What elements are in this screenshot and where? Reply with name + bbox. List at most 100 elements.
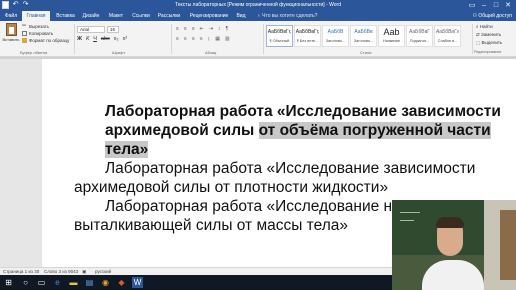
edge-icon[interactable]: e xyxy=(52,277,63,288)
style-sample: АаБбВв xyxy=(354,29,373,35)
paste-label: Вставить xyxy=(2,37,20,42)
borders-button[interactable]: ▥ xyxy=(225,36,230,42)
subscript-button[interactable]: x₂ xyxy=(114,36,119,42)
style-name: Заголово... xyxy=(353,39,374,43)
style-name: Название xyxy=(383,39,400,43)
webcam-overlay xyxy=(392,200,516,290)
find-label: Найти xyxy=(479,24,493,29)
strikethrough-button[interactable]: abc xyxy=(101,36,110,42)
shading-button[interactable]: ▦ xyxy=(215,36,220,42)
style-sample: АаБбВвГг, xyxy=(295,29,320,35)
superscript-button[interactable]: x² xyxy=(123,36,128,42)
style-normal[interactable]: АаБбВвГг, ¶ Обычный xyxy=(266,25,293,47)
style-name: Заголово... xyxy=(325,39,346,43)
replace-button[interactable]: ⇄ Заменить xyxy=(476,32,501,38)
find-button[interactable]: ⌕ Найти xyxy=(476,24,493,30)
replace-label: Заменить xyxy=(481,32,502,37)
tell-me-search[interactable]: ♀ Что вы хотите сделать? xyxy=(257,12,317,20)
clipboard-group-label: Буфер обмена xyxy=(20,50,48,55)
scissors-icon: ✂ xyxy=(22,23,27,30)
tab-file[interactable]: Файл xyxy=(2,11,20,21)
word-icon[interactable]: W xyxy=(132,277,143,288)
share-button[interactable]: ⚇ Общий доступ xyxy=(473,11,512,21)
align-left-button[interactable]: ≡ xyxy=(176,36,179,42)
font-size-select[interactable]: 16 xyxy=(107,26,119,33)
group-divider xyxy=(74,24,75,54)
styles-group-label: Стили xyxy=(360,50,372,55)
tab-mailings[interactable]: Рассылки xyxy=(155,11,183,21)
style-sample: АаБбВ xyxy=(327,29,344,35)
cut-button[interactable]: ✂ Вырезать xyxy=(22,24,49,30)
line-spacing-button[interactable]: ↨ xyxy=(208,36,211,42)
align-center-button[interactable]: ≡ xyxy=(184,36,187,42)
style-heading-1[interactable]: АаБбВ Заголово... xyxy=(322,25,349,47)
explorer-icon[interactable]: ▬ xyxy=(68,277,79,288)
app-icon[interactable]: ◆ xyxy=(116,277,127,288)
style-name: ¶ Без инте... xyxy=(296,39,319,43)
ribbon: Вставить ✂ Вырезать Копировать Формат по … xyxy=(0,21,516,57)
italic-button[interactable]: К xyxy=(86,36,89,42)
word-count[interactable]: Слово 3 из 9043 xyxy=(44,268,78,275)
bold-button[interactable]: Ж xyxy=(77,36,82,42)
brush-icon xyxy=(22,38,27,44)
style-name: Слабое в... xyxy=(437,39,458,43)
ribbon-tabs: Файл Главная Вставка Дизайн Макет Ссылки… xyxy=(0,11,516,21)
tab-view[interactable]: Вид xyxy=(234,11,248,21)
chrome-icon[interactable]: ◉ xyxy=(100,277,111,288)
sort-button[interactable]: ↕ xyxy=(218,26,221,32)
multilevel-list-button[interactable]: ≡ xyxy=(192,26,195,32)
language-indicator[interactable]: русский xyxy=(95,268,111,275)
minimize-button[interactable]: – xyxy=(478,0,490,11)
page-count[interactable]: Страница 1 из 30 xyxy=(3,268,39,275)
group-divider xyxy=(472,24,473,54)
format-painter-label: Формат по образцу xyxy=(29,38,70,43)
paragraph-row-1: ≡ ≡ ≡ ⇤ ⇥ ↕ ¶ xyxy=(176,26,228,32)
task-view-icon[interactable]: ▭ xyxy=(36,277,47,288)
maximize-button[interactable]: □ xyxy=(490,0,502,11)
show-marks-button[interactable]: ¶ xyxy=(226,26,229,32)
tab-references[interactable]: Ссылки xyxy=(129,11,153,21)
copy-button[interactable]: Копировать xyxy=(22,31,53,37)
increase-indent-button[interactable]: ⇥ xyxy=(209,26,213,32)
style-subtle-emphasis[interactable]: АаБбВвГг Слабое в... xyxy=(434,25,461,47)
chalk-mark xyxy=(400,212,420,213)
select-button[interactable]: ⬚ Выделить xyxy=(476,40,502,46)
tab-home[interactable]: Главная xyxy=(22,11,50,21)
font-group-label: Шрифт xyxy=(112,50,126,55)
proofing-icon[interactable]: ▣ xyxy=(82,268,86,275)
align-right-button[interactable]: ≡ xyxy=(192,36,195,42)
copy-icon xyxy=(22,31,27,37)
search-icon[interactable]: ○ xyxy=(20,277,31,288)
decrease-indent-button[interactable]: ⇤ xyxy=(200,26,204,32)
tab-layout[interactable]: Макет xyxy=(105,11,127,21)
share-label: Общий доступ xyxy=(478,13,512,19)
tab-insert[interactable]: Вставка xyxy=(53,11,78,21)
underline-button[interactable]: Ч xyxy=(93,36,97,42)
cut-label: Вырезать xyxy=(29,24,50,29)
close-button[interactable]: ✕ xyxy=(502,0,514,11)
select-label: Выделить xyxy=(481,40,503,45)
copy-label: Копировать xyxy=(29,31,54,36)
group-divider xyxy=(171,24,172,54)
paste-button[interactable]: Вставить xyxy=(2,23,20,45)
style-subtitle[interactable]: АаБбВвГ Подзагол... xyxy=(406,25,433,47)
tab-review[interactable]: Рецензирование xyxy=(186,11,232,21)
ribbon-options-icon[interactable]: ▭ xyxy=(466,0,478,11)
store-icon[interactable]: ▤ xyxy=(84,277,95,288)
paragraph-1[interactable]: Лабораторная работа «Исследование зависи… xyxy=(74,159,514,197)
numbering-button[interactable]: ≡ xyxy=(184,26,187,32)
document-heading[interactable]: Лабораторная работа «Исследование зависи… xyxy=(74,102,514,159)
paragraph-group-label: Абзац xyxy=(205,50,217,55)
window-title: Тексты лабораторных [Режим ограниченной … xyxy=(174,2,341,8)
justify-button[interactable]: ≡ xyxy=(200,36,203,42)
bullets-button[interactable]: ≡ xyxy=(176,26,179,32)
font-name-select[interactable]: Arial xyxy=(77,26,105,33)
group-divider xyxy=(263,24,264,54)
door xyxy=(500,210,516,280)
tab-design[interactable]: Дизайн xyxy=(80,11,102,21)
windows-icon[interactable]: ⊞ xyxy=(3,277,14,288)
style-title[interactable]: Ааb Название xyxy=(378,25,405,47)
format-painter-button[interactable]: Формат по образцу xyxy=(22,38,69,44)
style-heading-2[interactable]: АаБбВв Заголово... xyxy=(350,25,377,47)
style-no-spacing[interactable]: АаБбВвГг, ¶ Без инте... xyxy=(294,25,321,47)
